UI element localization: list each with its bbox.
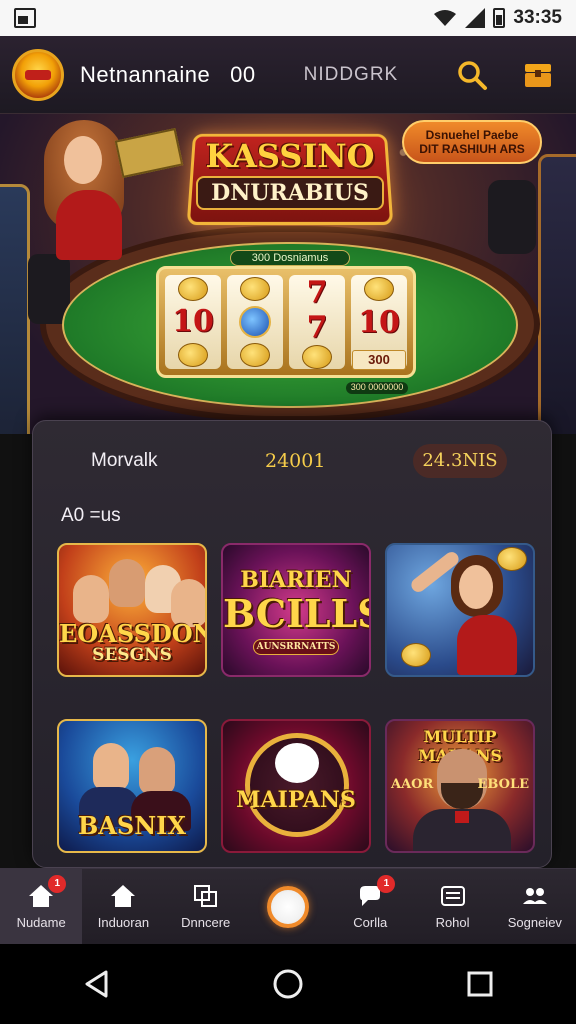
copy-icon <box>193 885 217 907</box>
reel-symbol: 7 <box>306 310 328 345</box>
game-tile[interactable]: EOASSDON SESGNS <box>57 543 207 677</box>
balance-value: 24001 <box>265 450 326 472</box>
nav-label: Sogneiev <box>507 915 562 930</box>
hero-subtitle: DNURABIUS <box>196 176 384 210</box>
home-circle-icon[interactable] <box>258 954 318 1014</box>
bet-tag: 300 <box>352 350 406 370</box>
game-subtitle: SESGNS <box>92 645 172 665</box>
game-tile[interactable]: BASNIX <box>57 719 207 853</box>
balance-row: Morvalk 24001 24.3NIS <box>33 441 551 481</box>
felt-tag: 300 0000000 <box>346 382 408 394</box>
balance-label: Morvalk <box>91 450 158 471</box>
hero-banner[interactable]: KASSINO DNURABIUS Dsnuehel Paebe DIT RAS… <box>0 114 576 434</box>
content-panel: Morvalk 24001 24.3NIS A0 =us EOASSDON SE… <box>32 420 552 868</box>
nav-item-chat[interactable]: 1 Corlla <box>329 869 411 944</box>
treasure-chest-icon[interactable] <box>520 57 556 93</box>
bottom-nav: 1 Nudame Induoran Dnncere 1 Corlla Rohol <box>0 868 576 944</box>
nav-item-wallet[interactable]: Rohol <box>411 869 493 944</box>
reel: 7 7 <box>289 275 345 369</box>
coin-icon <box>302 345 332 369</box>
back-icon[interactable] <box>66 954 126 1014</box>
game-tile[interactable]: MULTIP MAHANS AAOR EBOLE <box>385 719 535 853</box>
reel: 10 <box>165 275 221 369</box>
game-title: MAIPANS <box>236 787 356 813</box>
section-title: A0 =us <box>61 505 121 526</box>
reel-symbol: 10 <box>172 304 214 340</box>
nav-label: Corlla <box>353 915 388 930</box>
home-icon <box>111 885 136 907</box>
nav-label: Dnncere <box>181 915 231 930</box>
coin-icon <box>240 277 270 302</box>
chair <box>488 180 536 254</box>
wallet-icon <box>440 886 465 906</box>
recents-icon[interactable] <box>450 954 510 1014</box>
reel-symbol: 7 <box>306 275 328 310</box>
app-logo[interactable] <box>12 48 64 101</box>
header-title: Netnannaine 00 <box>80 61 256 87</box>
app-header: Netnannaine 00 NIDDGRK <box>0 36 576 114</box>
coin-icon <box>364 277 394 302</box>
nav-label: Rohol <box>435 915 470 930</box>
gallery-icon <box>14 8 36 28</box>
game-tile[interactable]: BIARIEN BCILLS AUNSRRNATTS <box>221 543 371 677</box>
game-caption: AUNSRRNATTS <box>253 639 339 655</box>
game-side-text: EBOLE <box>477 777 529 792</box>
nav-label: Nudame <box>16 915 66 930</box>
play-center-icon <box>266 885 309 928</box>
bear-icon <box>275 743 319 783</box>
felt-label: 300 Dosniamus <box>230 250 350 266</box>
coin-icon <box>497 547 527 571</box>
reel <box>227 275 283 369</box>
character <box>93 743 129 791</box>
game-tile[interactable]: MAIPANS <box>221 719 371 853</box>
game-subtitle: BCILLS <box>223 591 371 636</box>
clock: 33:35 <box>513 7 562 28</box>
nav-item-home-2[interactable]: Induoran <box>82 869 164 944</box>
wifi-icon <box>434 10 457 26</box>
coin-icon <box>178 343 208 368</box>
nav-item-home[interactable]: 1 Nudame <box>0 869 83 944</box>
status-bar: 33:35 <box>0 0 576 36</box>
character <box>73 575 109 623</box>
promo-badge[interactable]: Dsnuehel Paebe DIT RASHIUH ARS <box>402 120 542 164</box>
coin-icon <box>401 643 431 667</box>
notification-badge: 1 <box>48 875 67 893</box>
game-title: BASNIX <box>77 811 187 840</box>
game-tile[interactable] <box>385 543 535 677</box>
notification-badge: 1 <box>377 875 396 893</box>
game-title: EOASSDON <box>59 619 207 648</box>
nav-item-center[interactable] <box>247 869 329 944</box>
slot-machine-left <box>0 184 30 434</box>
battery-icon <box>493 8 506 28</box>
nav-label: Induoran <box>97 915 150 930</box>
balance-pill[interactable]: 24.3NIS <box>413 444 507 478</box>
game-side-text: AAOR <box>391 777 434 792</box>
game-title: BIARIEN <box>240 567 352 593</box>
status-icons: 33:35 <box>433 7 562 29</box>
coin-icon <box>178 276 208 301</box>
character <box>109 559 145 607</box>
hero-title: KASSINO <box>205 137 375 175</box>
header-subtitle: NIDDGRK <box>303 63 399 85</box>
nav-item-users[interactable]: Sogneiev <box>494 869 576 944</box>
slot-machine-right <box>538 154 576 434</box>
orb-icon <box>239 305 271 338</box>
reel-symbol: 10 <box>358 305 400 341</box>
character <box>139 747 175 795</box>
coin-icon <box>240 342 270 367</box>
search-icon[interactable] <box>454 57 490 93</box>
signal-icon <box>465 8 486 28</box>
users-icon <box>522 888 547 904</box>
nav-item-copy[interactable]: Dnncere <box>165 869 247 944</box>
system-nav-bar <box>0 944 576 1024</box>
